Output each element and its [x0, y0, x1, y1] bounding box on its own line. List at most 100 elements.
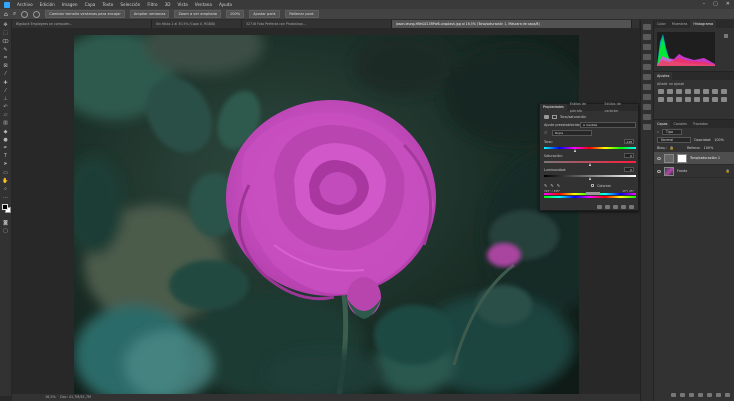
layer-mask-thumbnail[interactable]: [677, 153, 687, 163]
quick-select-tool-icon[interactable]: ✎: [2, 47, 10, 53]
tab-document-active[interactable]: jason-leung-HNh0Z1SRPw8-unsplash.jpg al …: [392, 20, 632, 28]
path-select-tool-icon[interactable]: ➤: [2, 161, 10, 167]
type-tool-icon[interactable]: T: [2, 153, 10, 159]
navigator-panel-icon[interactable]: [643, 114, 651, 120]
range-selector[interactable]: [586, 192, 600, 195]
link-layers-icon[interactable]: [671, 393, 676, 397]
gradient-map-icon[interactable]: [712, 97, 718, 102]
eyedropper-add-icon[interactable]: ✎: [550, 183, 553, 188]
menu-ventana[interactable]: Ventana: [195, 2, 212, 7]
visibility-eye-icon[interactable]: [657, 169, 661, 173]
new-layer-icon[interactable]: [716, 393, 721, 397]
layer-filter-dropdown[interactable]: Tipo: [661, 129, 682, 135]
brush-tool-icon[interactable]: ⁄: [2, 88, 10, 94]
character-panel-icon[interactable]: [643, 84, 651, 90]
layer-row-hue-saturation[interactable]: Tono/saturación 1: [654, 152, 734, 165]
history-brush-tool-icon[interactable]: ↶: [2, 104, 10, 110]
hand-tool-icon[interactable]: ✋: [2, 178, 10, 184]
selective-color-icon[interactable]: [721, 97, 727, 102]
tab-layers[interactable]: Capas: [654, 120, 671, 128]
zoom-level[interactable]: 16,5%: [45, 395, 56, 399]
threshold-icon[interactable]: [703, 97, 709, 102]
hue-slider-handle[interactable]: [574, 149, 576, 152]
color-lookup-icon[interactable]: [676, 97, 682, 102]
fill-screen-button[interactable]: Rellenar pant.: [285, 10, 319, 18]
zoom-tool-sidebar-icon[interactable]: ⌕: [2, 186, 10, 192]
fx-icon[interactable]: [680, 393, 685, 397]
menu-vista[interactable]: Vista: [177, 2, 187, 7]
zoom-all-windows-checkbox[interactable]: Ampliar ventanas: [129, 10, 170, 18]
delete-adjustment-icon[interactable]: [629, 205, 634, 209]
lasso-tool-icon[interactable]: ↀ: [2, 39, 10, 45]
quick-mask-icon[interactable]: ◙: [2, 220, 10, 226]
frame-tool-icon[interactable]: ⊠: [2, 63, 10, 69]
zoom-out-icon[interactable]: [33, 10, 41, 18]
tab-histogram[interactable]: Histograma: [690, 20, 717, 28]
posterize-icon[interactable]: [694, 97, 700, 102]
reset-icon[interactable]: [613, 205, 618, 209]
tab-swatches[interactable]: Muestras: [669, 20, 691, 28]
brush-panel-icon[interactable]: [643, 44, 651, 50]
healing-brush-tool-icon[interactable]: ✚: [2, 80, 10, 86]
hue-saturation-adjust-icon[interactable]: [703, 89, 709, 94]
menu-3d[interactable]: 3D: [165, 2, 171, 7]
document-canvas-image[interactable]: [74, 35, 579, 394]
clone-stamp-tool-icon[interactable]: ⊥: [2, 96, 10, 102]
tab-color[interactable]: Color: [654, 20, 669, 28]
channel-dropdown[interactable]: Rojos: [552, 130, 592, 136]
tab-paragraph-styles[interactable]: Estilos de párrafo: [567, 101, 602, 115]
info-panel-icon[interactable]: [643, 64, 651, 70]
tab-document-1[interactable]: Bigstock Employees on computer...: [12, 20, 152, 28]
visibility-toggle-icon[interactable]: [621, 205, 626, 209]
tab-document-3[interactable]: 32716 Foto Perfecta con Photoshop...: [242, 20, 392, 28]
lightness-slider-handle[interactable]: [589, 177, 591, 180]
photo-filter-icon[interactable]: [658, 97, 664, 102]
preset-dropdown[interactable]: A medida: [580, 122, 636, 128]
paragraph-panel-icon[interactable]: [643, 74, 651, 80]
zoom-100-button[interactable]: 100%: [225, 10, 245, 18]
eraser-tool-icon[interactable]: ▱: [2, 112, 10, 118]
color-balance-icon[interactable]: [712, 89, 718, 94]
tab-channels[interactable]: Canales: [670, 120, 689, 128]
lock-icon[interactable]: 🔒: [670, 146, 674, 150]
eyedropper-icon[interactable]: ✎: [544, 183, 547, 188]
layer-name[interactable]: Tono/saturación 1: [690, 156, 720, 160]
minimize-icon[interactable]: –: [703, 1, 706, 7]
fill-value[interactable]: 100%: [704, 146, 714, 150]
menu-edicion[interactable]: Edición: [40, 2, 55, 7]
more-tools-icon[interactable]: …: [2, 194, 10, 200]
menu-seleccion[interactable]: Selección: [120, 2, 140, 7]
menu-capa[interactable]: Capa: [85, 2, 96, 7]
colorize-checkbox[interactable]: [591, 184, 595, 187]
targeted-adjustment-icon[interactable]: ☝: [544, 130, 547, 136]
levels-icon[interactable]: [667, 89, 673, 94]
menu-archivo[interactable]: Archivo: [17, 2, 33, 7]
filter-search-icon[interactable]: ⌕: [657, 130, 659, 134]
mask-icon[interactable]: [552, 115, 557, 119]
screen-mode-icon[interactable]: ▢: [2, 228, 10, 234]
layer-row-background[interactable]: Fondo 🔒: [654, 165, 734, 178]
new-adjustment-icon[interactable]: [698, 393, 703, 397]
black-white-icon[interactable]: [721, 89, 727, 94]
maximize-icon[interactable]: ▢: [713, 1, 718, 7]
timeline-panel-icon[interactable]: [643, 124, 651, 130]
tab-paths[interactable]: Trazados: [690, 120, 711, 128]
zoom-in-icon[interactable]: [21, 10, 29, 18]
home-icon[interactable]: ⌂: [4, 11, 8, 18]
marquee-tool-icon[interactable]: ⬚: [2, 30, 10, 36]
histogram-refresh-icon[interactable]: [724, 34, 728, 38]
tab-adjustments[interactable]: Ajustes: [654, 72, 673, 80]
move-tool-icon[interactable]: ✥: [2, 22, 10, 28]
clip-layer-icon[interactable]: [597, 205, 602, 209]
visibility-eye-icon[interactable]: [657, 156, 661, 160]
color-swatches[interactable]: [1, 203, 11, 217]
zoom-tool-icon[interactable]: ⌕: [13, 10, 16, 18]
foreground-color-swatch[interactable]: [2, 204, 8, 211]
curves-icon[interactable]: [676, 89, 682, 94]
glyphs-panel-icon[interactable]: [643, 94, 651, 100]
new-group-icon[interactable]: [707, 393, 712, 397]
properties-panel-icon[interactable]: [643, 54, 651, 60]
menu-imagen[interactable]: Imagen: [62, 2, 78, 7]
gradient-tool-icon[interactable]: ▥: [2, 120, 10, 126]
blend-mode-dropdown[interactable]: Normal: [657, 137, 691, 143]
